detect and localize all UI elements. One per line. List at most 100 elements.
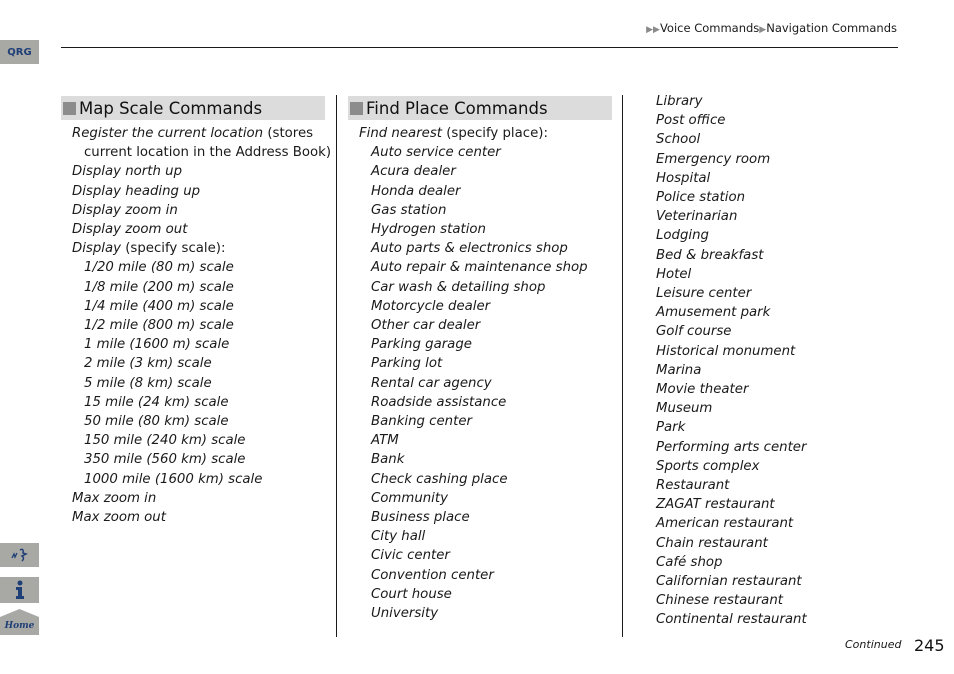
list-item: Hotel <box>656 266 692 282</box>
list-item: Auto parts & electronics shop <box>371 241 568 257</box>
list-item: American restaurant <box>656 516 794 532</box>
list-item: 15 mile (24 km) scale <box>84 394 229 410</box>
list-item: Roadside assistance <box>371 394 507 410</box>
list-item: Banking center <box>371 414 472 430</box>
command-item: Display zoom in <box>72 202 178 218</box>
list-item: Bank <box>371 452 405 468</box>
command-item: Display (specify scale): <box>72 241 226 257</box>
breadcrumb-item-voice-commands[interactable]: Voice Commands <box>660 21 759 35</box>
continued-label: Continued <box>845 638 902 651</box>
list-item: Leisure center <box>656 286 752 302</box>
command-note: current location in the Address Book) <box>84 145 332 161</box>
breadcrumb: ▶▶Voice Commands▶Navigation Commands <box>646 21 897 35</box>
list-item: Acura dealer <box>371 164 456 180</box>
list-item: 350 mile (560 km) scale <box>84 452 246 468</box>
list-item: Community <box>371 490 448 506</box>
list-item: City hall <box>371 529 426 545</box>
list-item: Restaurant <box>656 478 730 494</box>
section-title: Map Scale Commands <box>79 98 263 118</box>
place-list: Auto service center Acura dealer Honda dea… <box>348 143 612 623</box>
list-item: Business place <box>371 510 470 526</box>
list-item: Marina <box>656 362 702 378</box>
list-item: Police station <box>656 190 746 206</box>
info-icon <box>15 580 24 599</box>
list-item: 1/2 mile (800 m) scale <box>84 318 234 334</box>
page-number: 245 <box>914 636 945 655</box>
list-item: 1 mile (1600 m) scale <box>84 337 230 353</box>
command-item: Find nearest (specify place): <box>359 126 548 141</box>
header-divider <box>61 47 898 48</box>
list-item: ATM <box>371 433 399 449</box>
list-item: Court house <box>371 586 452 602</box>
list-item: 5 mile (8 km) scale <box>84 375 212 391</box>
list-item: Hospital <box>656 170 711 186</box>
list-item: Chinese restaurant <box>656 593 783 609</box>
list-item: Historical monument <box>656 343 796 359</box>
map-scale-section: Map Scale Commands Register the current … <box>61 92 332 527</box>
command-item: Display north up <box>72 164 183 180</box>
column-divider <box>336 95 337 637</box>
list-item: ZAGAT restaurant <box>656 497 775 513</box>
list-item: Hydrogen station <box>371 222 486 238</box>
section-title: Find Place Commands <box>366 98 548 118</box>
list-item: Bed & breakfast <box>656 247 764 263</box>
breadcrumb-item-navigation-commands[interactable]: Navigation Commands <box>766 21 897 35</box>
list-item: Honda dealer <box>371 183 461 199</box>
list-item: Check cashing place <box>371 471 508 487</box>
list-item: 1/4 mile (400 m) scale <box>84 298 234 314</box>
list-item: 1/8 mile (200 m) scale <box>84 279 234 295</box>
qrg-tab[interactable]: QRG <box>0 40 39 64</box>
place-list: Library Post office School Emergency room Ho… <box>656 92 896 630</box>
list-item: Park <box>656 420 686 436</box>
voice-tab[interactable] <box>0 543 39 567</box>
section-header: Find Place Commands <box>348 96 612 120</box>
list-item: 150 mile (240 km) scale <box>84 433 246 449</box>
section-square-icon <box>350 101 363 115</box>
list-item: Auto service center <box>371 145 501 161</box>
list-item: Chain restaurant <box>656 535 768 551</box>
list-item: 2 mile (3 km) scale <box>84 356 212 372</box>
list-item: School <box>656 132 701 148</box>
list-item: Gas station <box>371 202 447 218</box>
list-item: Auto repair & maintenance shop <box>371 260 588 276</box>
list-item: Californian restaurant <box>656 574 802 590</box>
command-item: Display zoom out <box>72 222 188 238</box>
home-label: Home <box>4 621 35 631</box>
list-item: Civic center <box>371 548 450 564</box>
qrg-label: QRG <box>7 46 32 58</box>
command-item: Display heading up <box>72 183 201 199</box>
list-item: University <box>371 606 439 622</box>
list-item: Parking lot <box>371 356 443 372</box>
list-item: Lodging <box>656 228 709 244</box>
list-item: Other car dealer <box>371 318 481 334</box>
list-item: Veterinarian <box>656 209 738 225</box>
find-place-section: Find Place Commands Find nearest (specif… <box>348 92 612 623</box>
list-item: Movie theater <box>656 382 749 398</box>
section-header: Map Scale Commands <box>61 96 325 120</box>
list-item: 1000 mile (1600 km) scale <box>84 471 263 487</box>
home-tab[interactable]: Home <box>0 609 39 635</box>
list-item: Golf course <box>656 324 732 340</box>
list-item: Museum <box>656 401 713 417</box>
list-item: Continental restaurant <box>656 612 807 628</box>
list-item: 1/20 mile (80 m) scale <box>84 260 234 276</box>
scale-list: 1/20 mile (80 m) scale 1/8 mile (200 m) s… <box>61 258 325 488</box>
section-square-icon <box>63 101 76 115</box>
command-item: Max zoom out <box>72 510 166 526</box>
command-item: Register the current location (stores <box>72 126 314 141</box>
column-divider <box>622 95 623 637</box>
command-item: Max zoom in <box>72 490 157 506</box>
list-item: Amusement park <box>656 305 771 321</box>
list-item: Parking garage <box>371 337 472 353</box>
list-item: Car wash & detailing shop <box>371 279 546 295</box>
list-item: Library <box>656 94 703 109</box>
breadcrumb-arrow-icon: ▶▶ <box>646 25 660 35</box>
list-item: Rental car agency <box>371 375 492 391</box>
list-item: Convention center <box>371 567 494 583</box>
list-item: Motorcycle dealer <box>371 298 491 314</box>
list-item: Café shop <box>656 554 723 570</box>
find-place-continued: Library Post office School Emergency room Ho… <box>656 92 896 630</box>
info-tab[interactable] <box>0 577 39 603</box>
list-item: Sports complex <box>656 458 760 474</box>
list-item: 50 mile (80 km) scale <box>84 414 229 430</box>
